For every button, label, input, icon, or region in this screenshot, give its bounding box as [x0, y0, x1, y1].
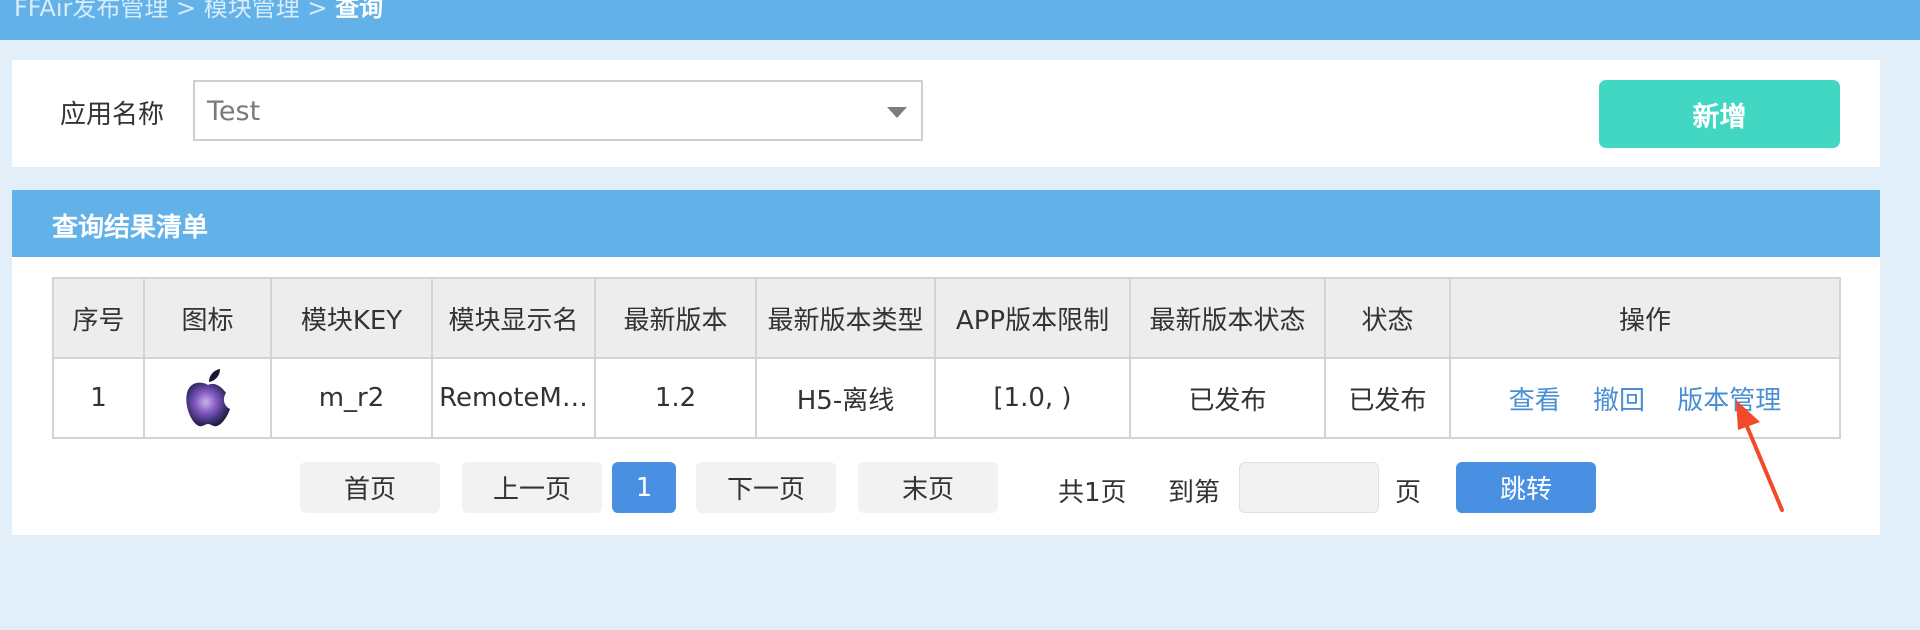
page-unit-label: 页: [1395, 478, 1422, 508]
cell-module-key: m_r2: [270, 357, 433, 439]
breadcrumb-current: 查询: [335, 0, 384, 22]
top-bar: FFAir发布管理 > 模块管理 > 查询: [0, 0, 1920, 40]
display-name-text: RemoteM…: [439, 383, 588, 413]
apple-logo-icon: [185, 369, 230, 427]
column-header-module-key: 模块KEY: [270, 277, 433, 359]
result-title: 查询结果清单: [52, 213, 209, 243]
prev-page-button[interactable]: 上一页: [462, 462, 602, 513]
current-page-button[interactable]: 1: [612, 462, 676, 513]
annotation-arrow-icon: [1736, 400, 1784, 512]
column-header-version-type: 最新版本类型: [755, 277, 936, 359]
goto-label: 到第: [1168, 478, 1221, 508]
column-header-icon: 图标: [143, 277, 272, 359]
column-header-display-name: 模块显示名: [431, 277, 596, 359]
total-pages: 共1页: [1058, 478, 1127, 508]
result-header: 查询结果清单: [12, 190, 1880, 257]
cell-status: 已发布: [1324, 357, 1451, 439]
table-header-row: 序号 图标 模块KEY 模块显示名 最新版本 最新版本类型 APP版本限制 最新…: [52, 277, 1841, 359]
app-name-select-value: Test: [207, 96, 261, 127]
column-header-latest-version: 最新版本: [594, 277, 757, 359]
column-header-actions: 操作: [1449, 277, 1841, 359]
breadcrumb-path: FFAir发布管理 > 模块管理 >: [14, 0, 336, 22]
cell-icon: [143, 357, 272, 439]
cell-version-type: H5-离线: [755, 357, 936, 439]
app-name-label: 应用名称: [60, 100, 165, 130]
cell-latest-version: 1.2: [594, 357, 757, 439]
column-header-status: 状态: [1324, 277, 1451, 359]
first-page-button[interactable]: 首页: [300, 462, 440, 513]
revoke-link[interactable]: 撤回: [1593, 386, 1645, 416]
chevron-down-icon: [887, 107, 907, 118]
view-link[interactable]: 查看: [1509, 386, 1561, 416]
cell-display-name: RemoteM…: [431, 357, 596, 439]
table-row: 1 m_r2 RemoteM… 1.2 H5-离线 [1.0,) 已发布 已发…: [52, 357, 1841, 439]
column-header-app-limit: APP版本限制: [934, 277, 1131, 359]
jump-button[interactable]: 跳转: [1456, 462, 1596, 513]
next-page-button[interactable]: 下一页: [696, 462, 836, 513]
cell-index: 1: [52, 357, 145, 439]
search-panel: 应用名称 Test 新增: [12, 60, 1880, 167]
column-header-version-status: 最新版本状态: [1129, 277, 1326, 359]
pagination: 首页 上一页 1 下一页 末页 共1页 到第 页 跳转: [12, 462, 1880, 516]
breadcrumb: FFAir发布管理 > 模块管理 > 查询: [14, 0, 383, 23]
last-page-button[interactable]: 末页: [858, 462, 998, 513]
cell-version-status: 已发布: [1129, 357, 1326, 439]
page-number-input[interactable]: [1239, 462, 1379, 513]
app-name-select[interactable]: Test: [193, 80, 923, 141]
add-button[interactable]: 新增: [1599, 80, 1840, 148]
result-panel: 查询结果清单 序号 图标 模块KEY 模块显示名 最新版本 最新版本类型 APP…: [12, 190, 1880, 535]
result-table: 序号 图标 模块KEY 模块显示名 最新版本 最新版本类型 APP版本限制 最新…: [52, 277, 1841, 439]
column-header-index: 序号: [52, 277, 145, 359]
cell-app-limit: [1.0, ): [934, 357, 1131, 439]
